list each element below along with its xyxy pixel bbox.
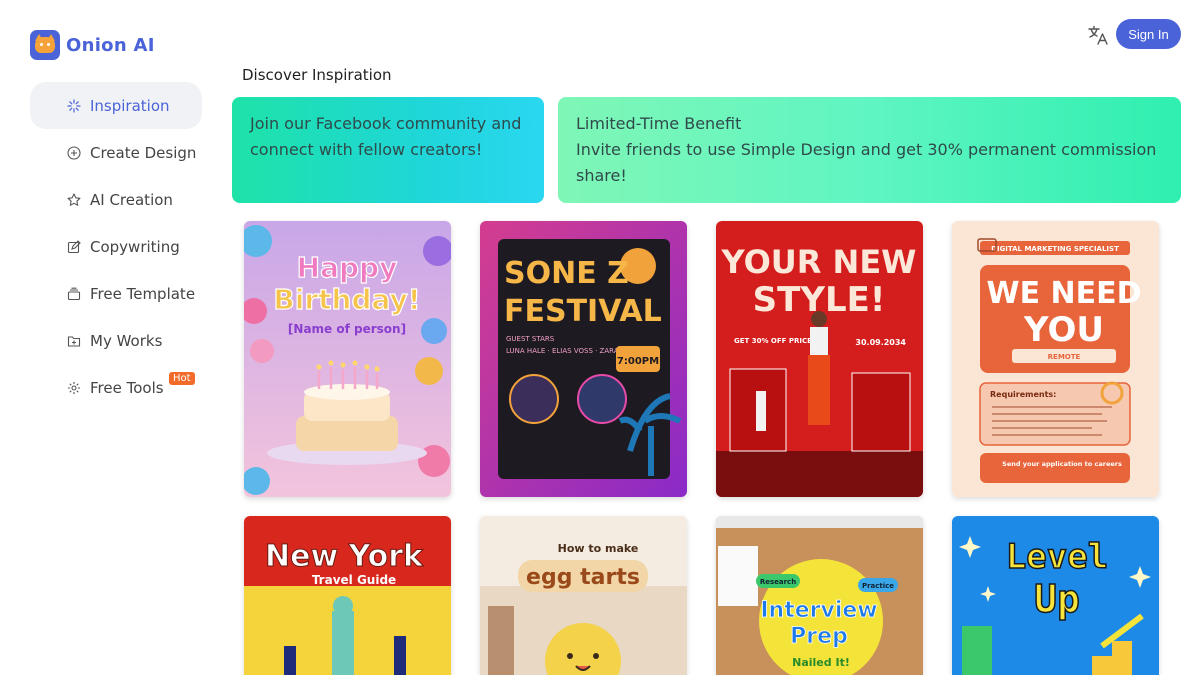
birthday-title-line1: Happy — [297, 251, 398, 284]
festival-title-line2: FESTIVAL — [504, 294, 662, 329]
app-logo[interactable]: Onion AI — [30, 30, 155, 60]
job-title-line1: WE NEED — [986, 276, 1141, 311]
sidebar-item-label: Copywriting — [90, 237, 180, 256]
benefit-banner-title: Limited-Time Benefit — [576, 114, 742, 133]
festival-title-line1: SONE Z — [504, 256, 629, 291]
job-requirements: Requirements: — [990, 390, 1056, 399]
sidebar-item-label: Inspiration — [90, 96, 170, 115]
sidebar-item-inspiration[interactable]: Inspiration — [30, 82, 202, 129]
fashion-date: 30.09.2034 — [855, 338, 906, 347]
facebook-community-banner[interactable]: Join our Facebook community and connect … — [232, 97, 544, 203]
translate-icon[interactable] — [1087, 24, 1109, 46]
newyork-title-line1: New York — [265, 539, 424, 574]
sign-in-button[interactable]: Sign In — [1116, 19, 1181, 49]
template-card-egg-tarts[interactable]: How to make egg tarts — [480, 516, 687, 675]
template-card-birthday[interactable]: Happy Birthday! [Name of person] — [244, 221, 451, 497]
eggtarts-title-line2: egg tarts — [526, 565, 640, 590]
sidebar-item-label: Free Template — [90, 284, 196, 303]
edit-icon — [66, 239, 82, 255]
facebook-banner-text: Join our Facebook community and connect … — [250, 114, 522, 159]
sidebar-item-create-design[interactable]: Create Design — [30, 129, 202, 176]
interview-tag-practice: Practice — [862, 582, 894, 590]
template-icon — [66, 286, 82, 302]
onion-cat-logo-icon — [30, 30, 60, 60]
template-card-new-york[interactable]: New York Travel Guide — [244, 516, 451, 675]
hot-badge: Hot — [169, 372, 195, 385]
sidebar-item-label: My Works — [90, 331, 163, 350]
job-footer: Send your application to careers — [1002, 460, 1122, 468]
fashion-title-line1: YOUR NEW — [721, 243, 917, 281]
interview-title-line2: Prep — [790, 624, 848, 649]
interview-title-line1: Interview — [760, 598, 877, 623]
job-header: DIGITAL MARKETING SPECIALIST — [991, 245, 1119, 253]
interview-title-line3: Nailed It! — [792, 656, 850, 669]
sidebar-item-my-works[interactable]: My Works — [30, 317, 202, 364]
limited-time-benefit-banner[interactable]: Limited-Time Benefit Invite friends to u… — [558, 97, 1181, 203]
sidebar-item-label: AI Creation — [90, 190, 173, 209]
benefit-banner-text: Invite friends to use Simple Design and … — [576, 140, 1157, 185]
sidebar-item-free-tools[interactable]: Free Tools Hot — [30, 364, 202, 411]
job-title-line2: YOU — [1023, 310, 1104, 350]
eggtarts-title-line1: How to make — [558, 542, 639, 555]
plus-circle-icon — [66, 145, 82, 161]
sidebar-item-label: Free Tools — [90, 378, 164, 397]
template-card-level-up[interactable]: Level Up — [952, 516, 1159, 675]
sidebar-nav: Inspiration Create Design AI Creation Co… — [30, 82, 202, 411]
template-card-interview-prep[interactable]: Research Practice Interview Prep Nailed … — [716, 516, 923, 675]
levelup-title-line1: Level — [1006, 537, 1108, 577]
job-remote-tag: REMOTE — [1048, 353, 1081, 361]
gear-icon — [66, 380, 82, 396]
newyork-title-line2: Travel Guide — [312, 573, 396, 587]
brand-name: Onion AI — [66, 34, 155, 56]
sidebar-item-label: Create Design — [90, 143, 197, 162]
page-title: Discover Inspiration — [242, 66, 392, 84]
sidebar-item-copywriting[interactable]: Copywriting — [30, 223, 202, 270]
template-card-festival[interactable]: SONE Z FESTIVAL GUEST STARS LUNA HALE · … — [480, 221, 687, 497]
folder-icon — [66, 333, 82, 349]
template-card-fashion[interactable]: YOUR NEW STYLE! GET 30% OFF PRICE! 30.09… — [716, 221, 923, 497]
interview-tag-research: Research — [760, 578, 796, 586]
fashion-promo: GET 30% OFF PRICE! — [734, 337, 815, 345]
sparkle-icon — [66, 98, 82, 114]
sidebar-item-free-template[interactable]: Free Template — [30, 270, 202, 317]
star-icon — [66, 192, 82, 208]
birthday-title-line2: Birthday! — [273, 283, 420, 316]
festival-time: 7:00PM — [617, 356, 659, 367]
festival-guest-title: GUEST STARS — [506, 335, 555, 343]
sidebar-item-ai-creation[interactable]: AI Creation — [30, 176, 202, 223]
levelup-title-line2: Up — [1034, 577, 1080, 621]
template-card-job[interactable]: DIGITAL MARKETING SPECIALIST WE NEED YOU… — [952, 221, 1159, 497]
birthday-name-placeholder: [Name of person] — [288, 322, 406, 336]
